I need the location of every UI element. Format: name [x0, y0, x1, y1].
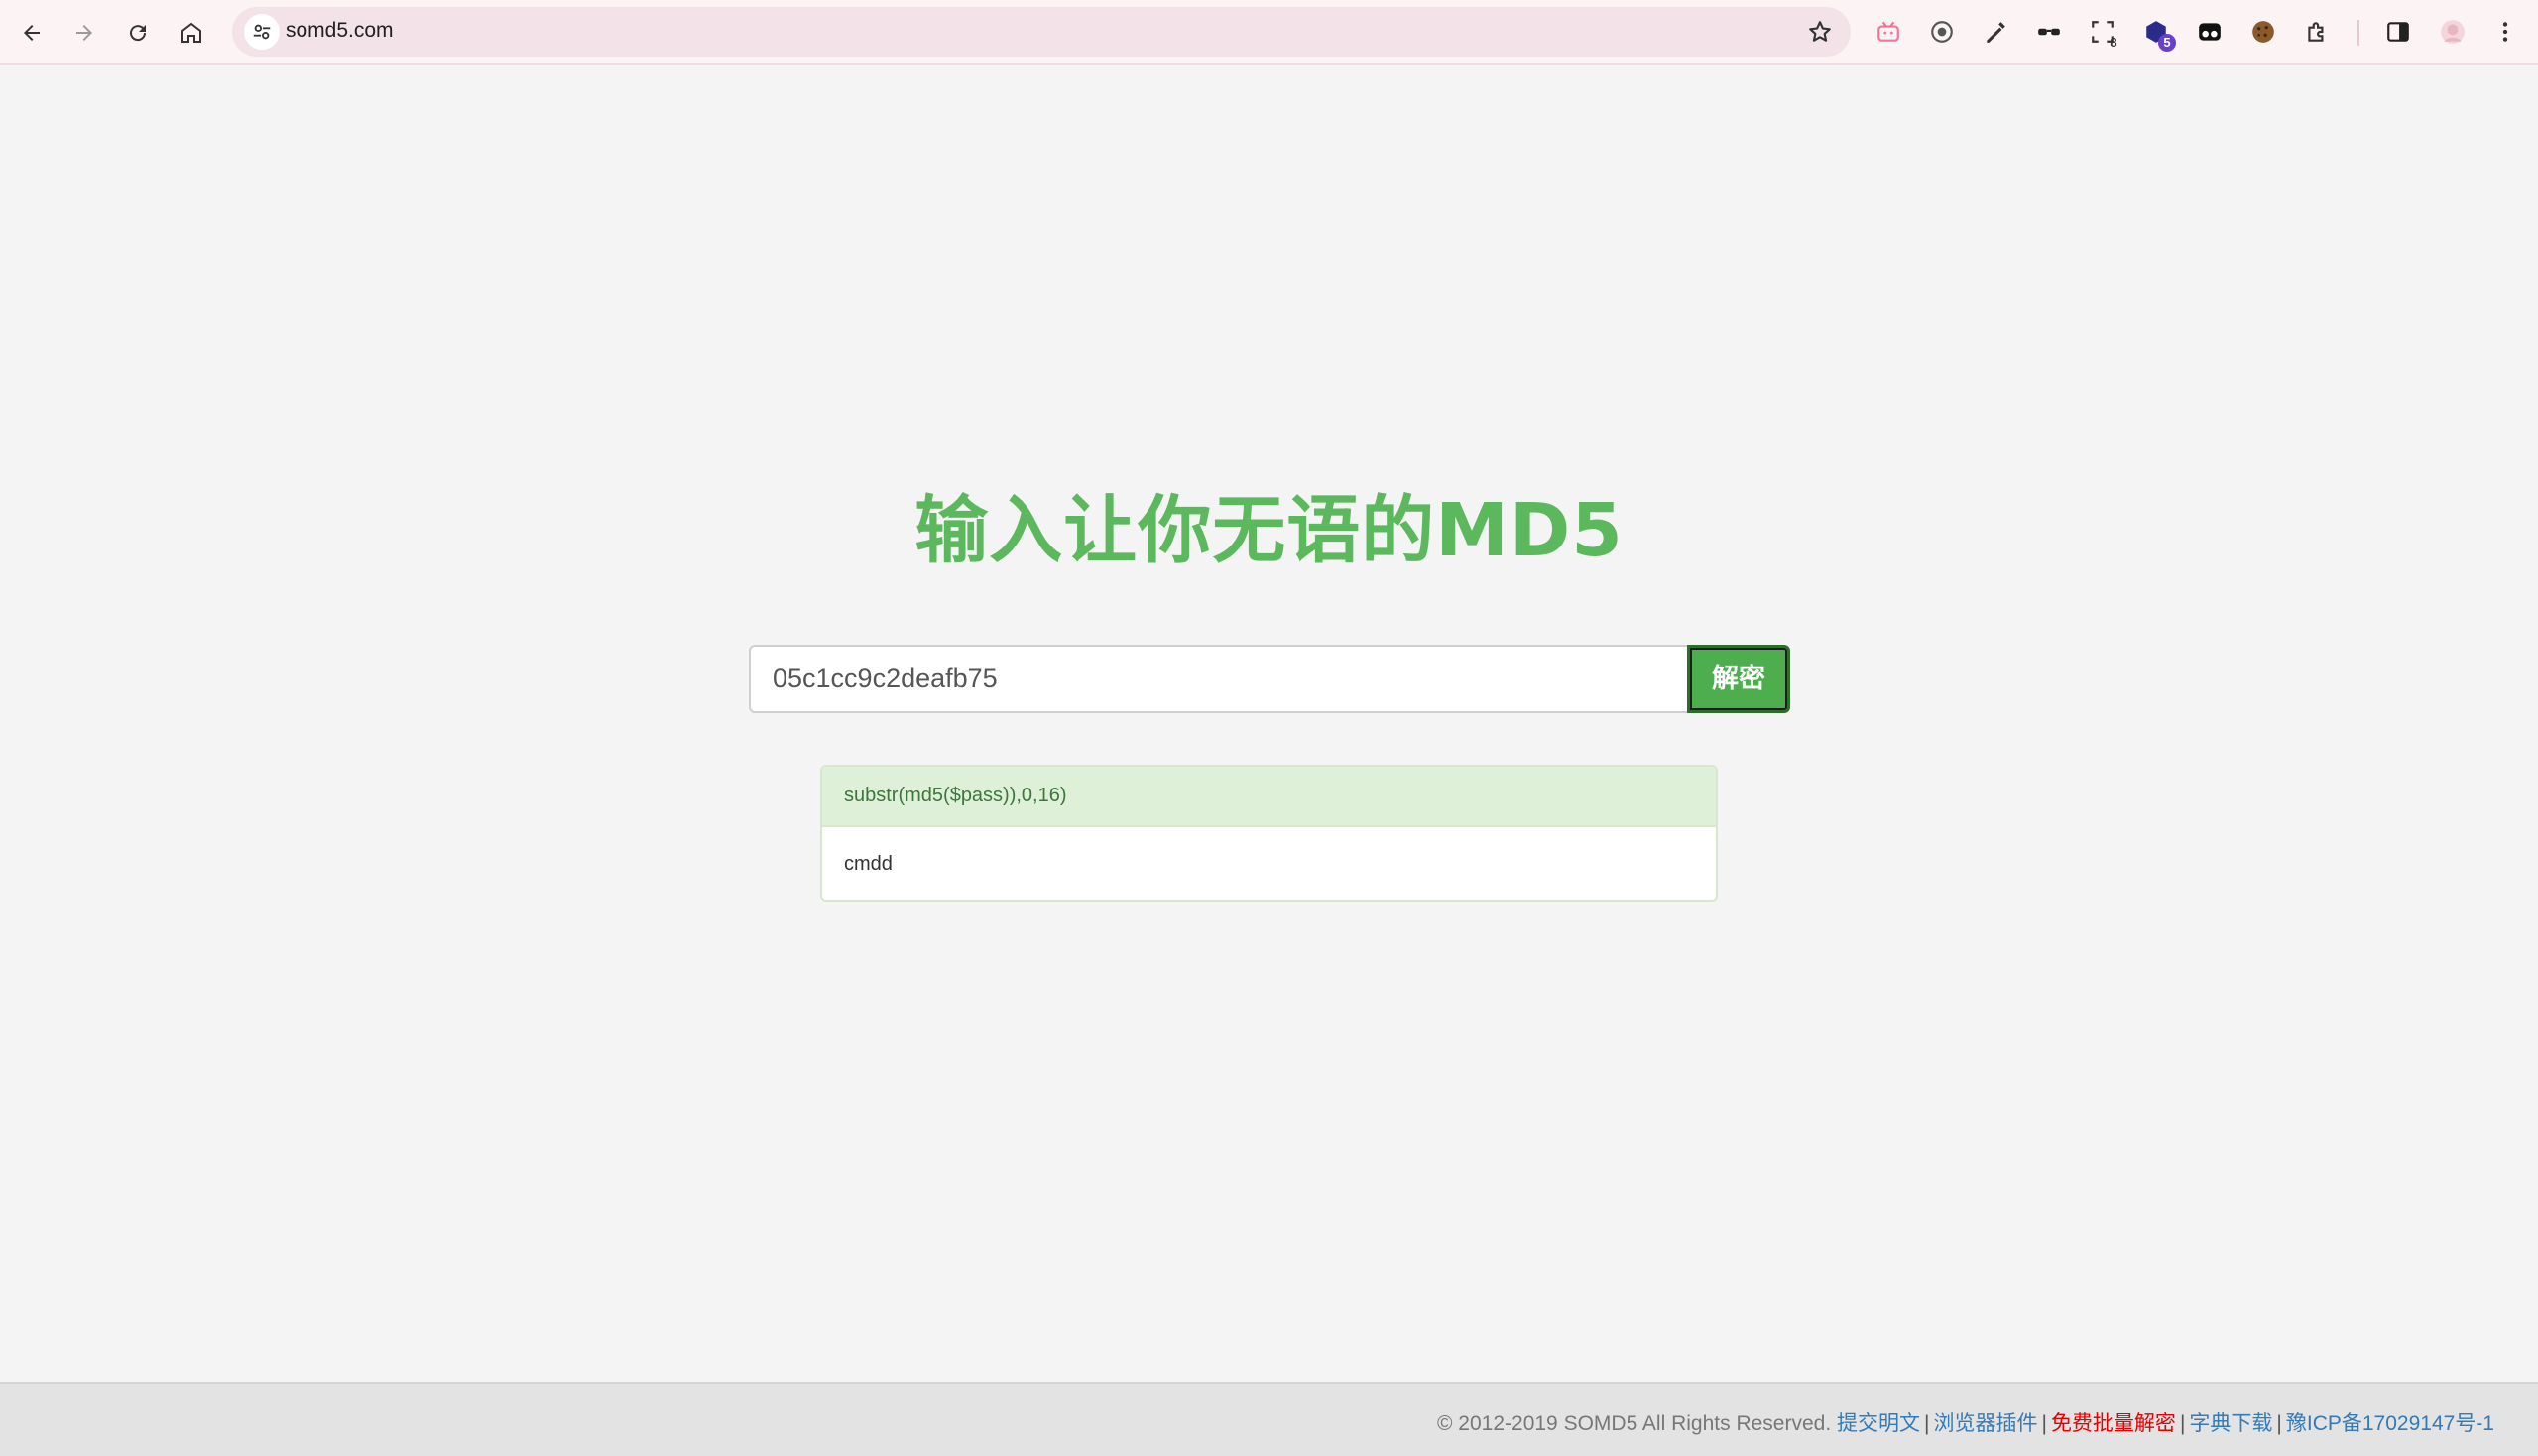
- reload-icon: [130, 25, 147, 42]
- dictionary-download-link[interactable]: 字典下载: [2189, 1412, 2272, 1435]
- star-icon[interactable]: [1807, 19, 1833, 45]
- puzzle-icon: [2308, 22, 2324, 42]
- md5-input[interactable]: 05c1cc9c2deafb75: [749, 645, 1691, 713]
- page-title: 输入让你无语的MD5: [914, 488, 1624, 573]
- extension-button[interactable]: [2245, 14, 2281, 50]
- back-button[interactable]: [12, 13, 52, 53]
- submit-plaintext-link[interactable]: 提交明文: [1837, 1412, 1920, 1435]
- batch-decrypt-link[interactable]: 免费批量解密: [2051, 1412, 2176, 1435]
- more-vert-icon: [2502, 22, 2508, 42]
- arrow-left-icon: [24, 25, 40, 41]
- profile-avatar[interactable]: [2435, 14, 2471, 50]
- toolbar-divider: [2357, 20, 2359, 46]
- decrypt-button[interactable]: 解密: [1687, 645, 1790, 713]
- extension-badge: 8: [2110, 35, 2117, 50]
- footer: © 2012-2019 SOMD5 All Rights Reserved. 提…: [0, 1382, 2538, 1456]
- pen-icon: [1987, 22, 2005, 43]
- bilibili-icon: [1877, 21, 1899, 42]
- extension-button[interactable]: [2031, 14, 2067, 50]
- forward-button[interactable]: [64, 13, 104, 53]
- tune-icon: [253, 24, 271, 40]
- extension-button[interactable]: [1978, 14, 2013, 50]
- result-heading: substr(md5($pass)),0,16): [822, 767, 1716, 827]
- side-panel-icon: [2387, 22, 2409, 42]
- url-text[interactable]: somd5.com: [286, 19, 394, 43]
- browser-toolbar: somd5.com 8 5: [0, 0, 2538, 65]
- footer-separator: |: [1924, 1412, 1930, 1435]
- reload-button[interactable]: [118, 13, 158, 53]
- extension-button[interactable]: [1924, 14, 1960, 50]
- result-value: cmdd: [844, 853, 893, 875]
- extension-button[interactable]: [2299, 14, 2335, 50]
- icp-link[interactable]: 豫ICP备17029147号-1: [2286, 1412, 2494, 1435]
- arrow-right-icon: [76, 25, 92, 41]
- shield-icon: [1931, 21, 1953, 43]
- browser-plugin-link[interactable]: 浏览器插件: [1933, 1412, 2037, 1435]
- address-bar[interactable]: somd5.com: [232, 7, 1851, 57]
- menu-button[interactable]: [2487, 14, 2523, 50]
- tampermonkey-icon: [2199, 23, 2221, 41]
- extension-button[interactable]: 8: [2085, 14, 2120, 50]
- extension-button[interactable]: 5: [2138, 14, 2176, 52]
- footer-separator: |: [2276, 1412, 2282, 1435]
- glasses-icon: [2038, 28, 2060, 36]
- copyright: © 2012-2019 SOMD5 All Rights Reserved.: [1437, 1412, 1837, 1435]
- footer-separator: |: [2179, 1412, 2186, 1435]
- site-info-button[interactable]: [244, 14, 280, 50]
- footer-separator: |: [2041, 1412, 2047, 1435]
- extension-button[interactable]: [1871, 14, 1906, 50]
- extension-button[interactable]: [2192, 14, 2228, 50]
- footer-text: © 2012-2019 SOMD5 All Rights Reserved. 提…: [1437, 1407, 2494, 1437]
- result-panel: substr(md5($pass)),0,16) cmdd: [820, 765, 1718, 902]
- cookie-icon: [2252, 21, 2274, 43]
- home-icon: [181, 22, 201, 43]
- side-panel-button[interactable]: [2380, 14, 2416, 50]
- extension-badge: 5: [2158, 34, 2176, 52]
- avatar-icon: [2441, 20, 2465, 44]
- home-button[interactable]: [172, 13, 211, 53]
